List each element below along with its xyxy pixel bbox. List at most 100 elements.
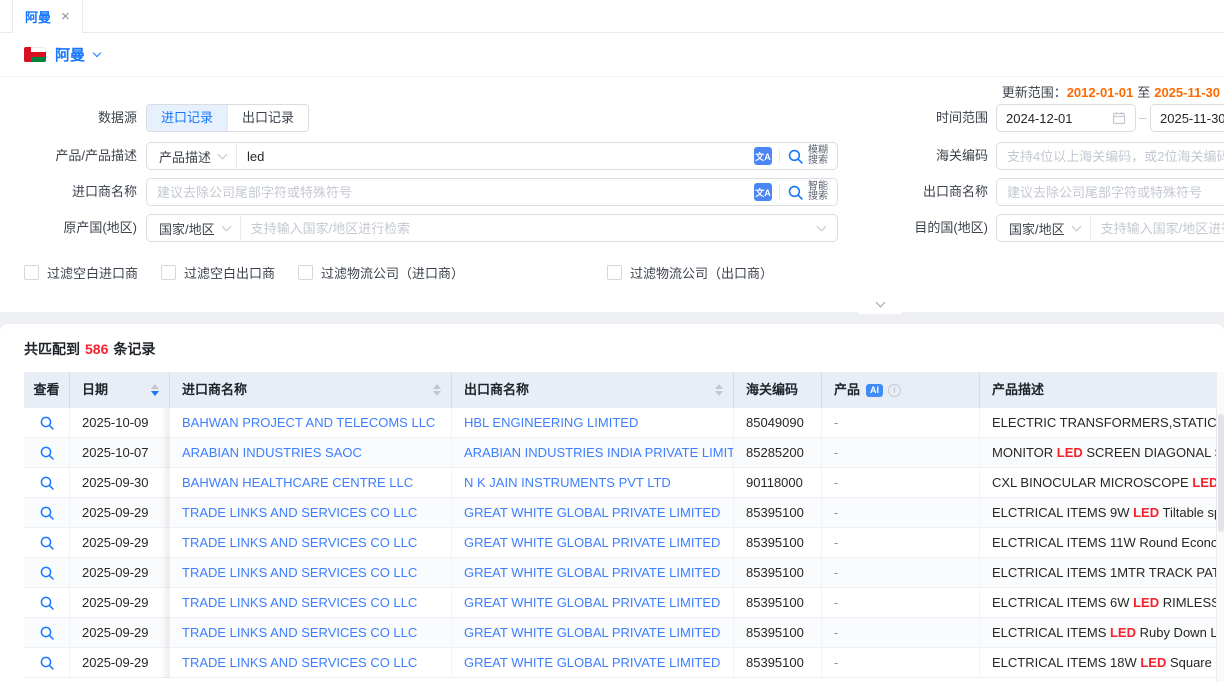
date-end-input[interactable]: 2025-11-30 <box>1150 104 1224 132</box>
importer-link[interactable]: ARABIAN INDUSTRIES SAOC <box>182 445 362 460</box>
view-record-button[interactable] <box>24 588 70 618</box>
view-record-button[interactable] <box>24 468 70 498</box>
exporter-link[interactable]: GREAT WHITE GLOBAL PRIVATE LIMITED <box>464 535 720 550</box>
divider <box>779 149 780 163</box>
importer-link[interactable]: TRADE LINKS AND SERVICES CO LLC <box>182 595 417 610</box>
exporter-input[interactable] <box>997 185 1224 200</box>
view-record-button[interactable] <box>24 408 70 438</box>
exporter-link[interactable]: GREAT WHITE GLOBAL PRIVATE LIMITED <box>464 595 720 610</box>
exporter-link[interactable]: N K JAIN INSTRUMENTS PVT LTD <box>464 475 671 490</box>
view-record-button[interactable] <box>24 498 70 528</box>
sort-exporter[interactable] <box>715 384 723 396</box>
importer-link[interactable]: BAHWAN HEALTHCARE CENTRE LLC <box>182 475 413 490</box>
origin-box: 国家/地区 <box>146 214 838 242</box>
cell-date: 2025-09-29 <box>70 618 170 648</box>
oman-flag-icon <box>24 47 46 62</box>
checkbox-icon <box>607 265 622 280</box>
exporter-link[interactable]: GREAT WHITE GLOBAL PRIVATE LIMITED <box>464 565 720 580</box>
col-importer: 进口商名称 <box>170 372 452 408</box>
tab-oman[interactable]: 阿曼 × <box>12 0 83 33</box>
smart-search-button[interactable]: 智能搜索 <box>787 182 837 202</box>
search-form: 更新范围：2012-01-01至2025-11-30 数据源 进口记录 出口记录… <box>0 76 1224 312</box>
col-product: 产品 AI i <box>822 372 980 408</box>
date-start-value: 2024-12-01 <box>1006 111 1106 126</box>
cell-hs-code: 85395100 <box>734 648 822 678</box>
col-description: 产品描述 <box>980 372 1216 408</box>
destination-box: 国家/地区 <box>996 214 1224 242</box>
smart-search-label: 智能搜索 <box>808 182 828 202</box>
cell-hs-code: 85049090 <box>734 408 822 438</box>
importer-link[interactable]: TRADE LINKS AND SERVICES CO LLC <box>182 565 417 580</box>
exporter-link[interactable]: GREAT WHITE GLOBAL PRIVATE LIMITED <box>464 505 720 520</box>
importer-link[interactable]: TRADE LINKS AND SERVICES CO LLC <box>182 505 417 520</box>
cell-product: - <box>822 438 980 468</box>
scrollbar-thumb[interactable] <box>1218 414 1224 532</box>
origin-input[interactable] <box>241 221 818 236</box>
cell-product: - <box>822 468 980 498</box>
origin-type-select[interactable]: 国家/地区 <box>147 215 241 241</box>
sort-importer[interactable] <box>433 384 441 396</box>
divider <box>779 185 780 199</box>
importer-input[interactable] <box>147 185 754 200</box>
sort-date[interactable] <box>151 384 159 396</box>
checkbox-filter-logistics-importer[interactable]: 过滤物流公司（进口商） <box>298 263 464 282</box>
collapse-panel-handle[interactable] <box>846 297 914 314</box>
exporter-box <box>996 178 1224 206</box>
cell-exporter: GREAT WHITE GLOBAL PRIVATE LIMITED <box>452 498 734 528</box>
date-start-input[interactable]: 2024-12-01 <box>996 104 1136 132</box>
country-bar[interactable]: 阿曼 <box>0 33 1224 76</box>
update-range-label: 更新范围： <box>1002 85 1067 100</box>
col-view: 查看 <box>24 372 70 408</box>
cell-importer: ARABIAN INDUSTRIES SAOC <box>170 438 452 468</box>
hs-code-label: 海关编码 <box>848 142 988 170</box>
date-end-value: 2025-11-30 <box>1160 111 1224 126</box>
product-search-input[interactable] <box>237 149 754 164</box>
cell-date: 2025-09-29 <box>70 528 170 558</box>
importer-link[interactable]: BAHWAN PROJECT AND TELECOMS LLC <box>182 415 435 430</box>
cell-product: - <box>822 618 980 648</box>
ai-badge: AI <box>866 384 883 397</box>
hs-code-input[interactable] <box>997 149 1224 164</box>
table-row: 2025-09-29TRADE LINKS AND SERVICES CO LL… <box>24 558 1216 588</box>
exporter-link[interactable]: GREAT WHITE GLOBAL PRIVATE LIMITED <box>464 655 720 670</box>
cell-importer: TRADE LINKS AND SERVICES CO LLC <box>170 618 452 648</box>
destination-input[interactable] <box>1091 221 1224 236</box>
exporter-link[interactable]: HBL ENGINEERING LIMITED <box>464 415 638 430</box>
datasource-segment: 进口记录 出口记录 <box>146 104 309 132</box>
close-icon[interactable]: × <box>61 9 70 24</box>
chevron-down-icon <box>1071 221 1081 231</box>
cell-exporter: GREAT WHITE GLOBAL PRIVATE LIMITED <box>452 648 734 678</box>
table-scrollbar[interactable] <box>1216 372 1224 682</box>
destination-type-select[interactable]: 国家/地区 <box>997 215 1091 241</box>
checkbox-filter-blank-importer[interactable]: 过滤空白进口商 <box>24 263 138 282</box>
importer-link[interactable]: TRADE LINKS AND SERVICES CO LLC <box>182 655 417 670</box>
product-type-select[interactable]: 产品描述 <box>147 143 237 169</box>
view-record-button[interactable] <box>24 438 70 468</box>
checkbox-icon <box>298 265 313 280</box>
importer-link[interactable]: TRADE LINKS AND SERVICES CO LLC <box>182 625 417 640</box>
cell-importer: TRADE LINKS AND SERVICES CO LLC <box>170 558 452 588</box>
fuzzy-search-button[interactable]: 模糊搜索 <box>787 146 837 166</box>
cell-description: ELCTRICAL ITEMS 6W LED RIMLESS ... <box>980 588 1216 618</box>
importer-label: 进口商名称 <box>0 178 137 206</box>
checkbox-filter-logistics-exporter[interactable]: 过滤物流公司（出口商） <box>607 263 773 282</box>
cell-hs-code: 90118000 <box>734 468 822 498</box>
tab-bar: 阿曼 × <box>0 0 1224 33</box>
checkbox-filter-blank-exporter[interactable]: 过滤空白出口商 <box>161 263 275 282</box>
form-row-origin: 原产国(地区) 国家/地区 目的国(地区) 国家/地区 <box>0 214 1224 242</box>
tab-export-records[interactable]: 出口记录 <box>227 105 308 131</box>
importer-link[interactable]: TRADE LINKS AND SERVICES CO LLC <box>182 535 417 550</box>
product-search-box: 产品描述 文A 模糊搜索 <box>146 142 838 170</box>
view-record-button[interactable] <box>24 558 70 588</box>
exporter-link[interactable]: GREAT WHITE GLOBAL PRIVATE LIMITED <box>464 625 720 640</box>
translate-icon[interactable]: 文A <box>754 147 772 165</box>
cell-description: ELCTRICAL ITEMS 1MTR TRACK PATT... <box>980 558 1216 588</box>
product-label: 产品/产品描述 <box>0 142 137 170</box>
info-icon[interactable]: i <box>888 384 901 397</box>
exporter-link[interactable]: ARABIAN INDUSTRIES INDIA PRIVATE LIMIT..… <box>464 445 734 460</box>
tab-import-records[interactable]: 进口记录 <box>147 105 227 131</box>
translate-icon[interactable]: 文A <box>754 183 772 201</box>
view-record-button[interactable] <box>24 528 70 558</box>
view-record-button[interactable] <box>24 648 70 678</box>
view-record-button[interactable] <box>24 618 70 648</box>
